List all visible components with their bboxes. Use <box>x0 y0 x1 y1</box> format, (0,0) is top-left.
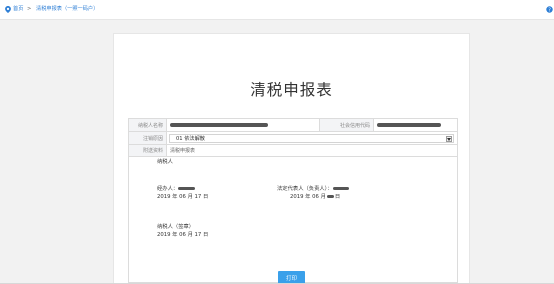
agent-date: 2019 年 06 月 17 日 <box>157 194 209 200</box>
cancel-reason-label: 注销原因 <box>129 132 167 144</box>
agent-label: 经办人： <box>157 186 196 193</box>
credit-code-value <box>377 119 441 131</box>
svg-text:?: ? <box>548 7 551 13</box>
cancel-reason-select[interactable]: 01 依法解散 <box>169 134 454 143</box>
redacted-legal-rep-name <box>332 187 349 190</box>
taxpayer-seal-date: 2019 年 06 月 17 日 <box>157 232 209 238</box>
taxpayer-seal-label: 纳税人（签章） <box>157 224 195 230</box>
attached-docs-value: 清税申报表 <box>170 148 196 154</box>
redacted-credit-code <box>377 123 441 127</box>
top-bar: 首页 > 清税申报表（一照一码户） ? <box>0 0 554 20</box>
legal-rep-date: 2019 年 06 月 日 <box>290 194 340 201</box>
breadcrumb-current: 清税申报表（一照一码户） <box>36 6 99 12</box>
chevron-down-icon[interactable] <box>446 136 452 142</box>
help-icon[interactable]: ? <box>546 6 553 13</box>
cancel-reason-value: 01 依法解散 <box>176 136 205 142</box>
legal-rep-label: 法定代表人（负责人）： <box>277 186 349 193</box>
legal-rep-label-text: 法定代表人（负责人）： <box>277 186 333 192</box>
form-row-attached-docs: 附送资料 清税申报表 <box>129 145 457 157</box>
credit-code-label: 社会信用代码 <box>319 119 374 131</box>
declaration-form: 纳税人名称 社会信用代码 注销原因 01 依法解散 附送资料 清税申报表 纳税人 <box>128 118 458 283</box>
breadcrumb-home-link[interactable]: 首页 <box>13 6 23 13</box>
location-pin-icon <box>5 6 11 13</box>
taxpayer-name-label: 纳税人名称 <box>129 119 167 131</box>
legal-rep-date-prefix: 2019 年 06 月 <box>290 194 326 200</box>
redacted-agent-name <box>178 187 196 190</box>
taxpayer-name-value <box>170 119 268 131</box>
agent-label-text: 经办人： <box>157 186 179 192</box>
redacted-taxpayer-name <box>170 123 268 127</box>
attached-docs-label: 附送资料 <box>129 145 167 156</box>
legal-rep-date-suffix: 日 <box>334 194 341 200</box>
form-row-cancel-reason: 注销原因 01 依法解散 <box>129 132 457 145</box>
taxpayer-heading: 纳税人 <box>157 159 173 165</box>
form-row-taxpayer: 纳税人名称 社会信用代码 <box>129 119 457 132</box>
declaration-sheet: 清税申报表 纳税人名称 社会信用代码 注销原因 01 依法解散 附送资料 清税申… <box>113 33 470 284</box>
redacted-legal-rep-day <box>326 195 334 198</box>
page-title: 清税申报表 <box>250 81 333 99</box>
breadcrumb-separator: > <box>27 6 32 12</box>
